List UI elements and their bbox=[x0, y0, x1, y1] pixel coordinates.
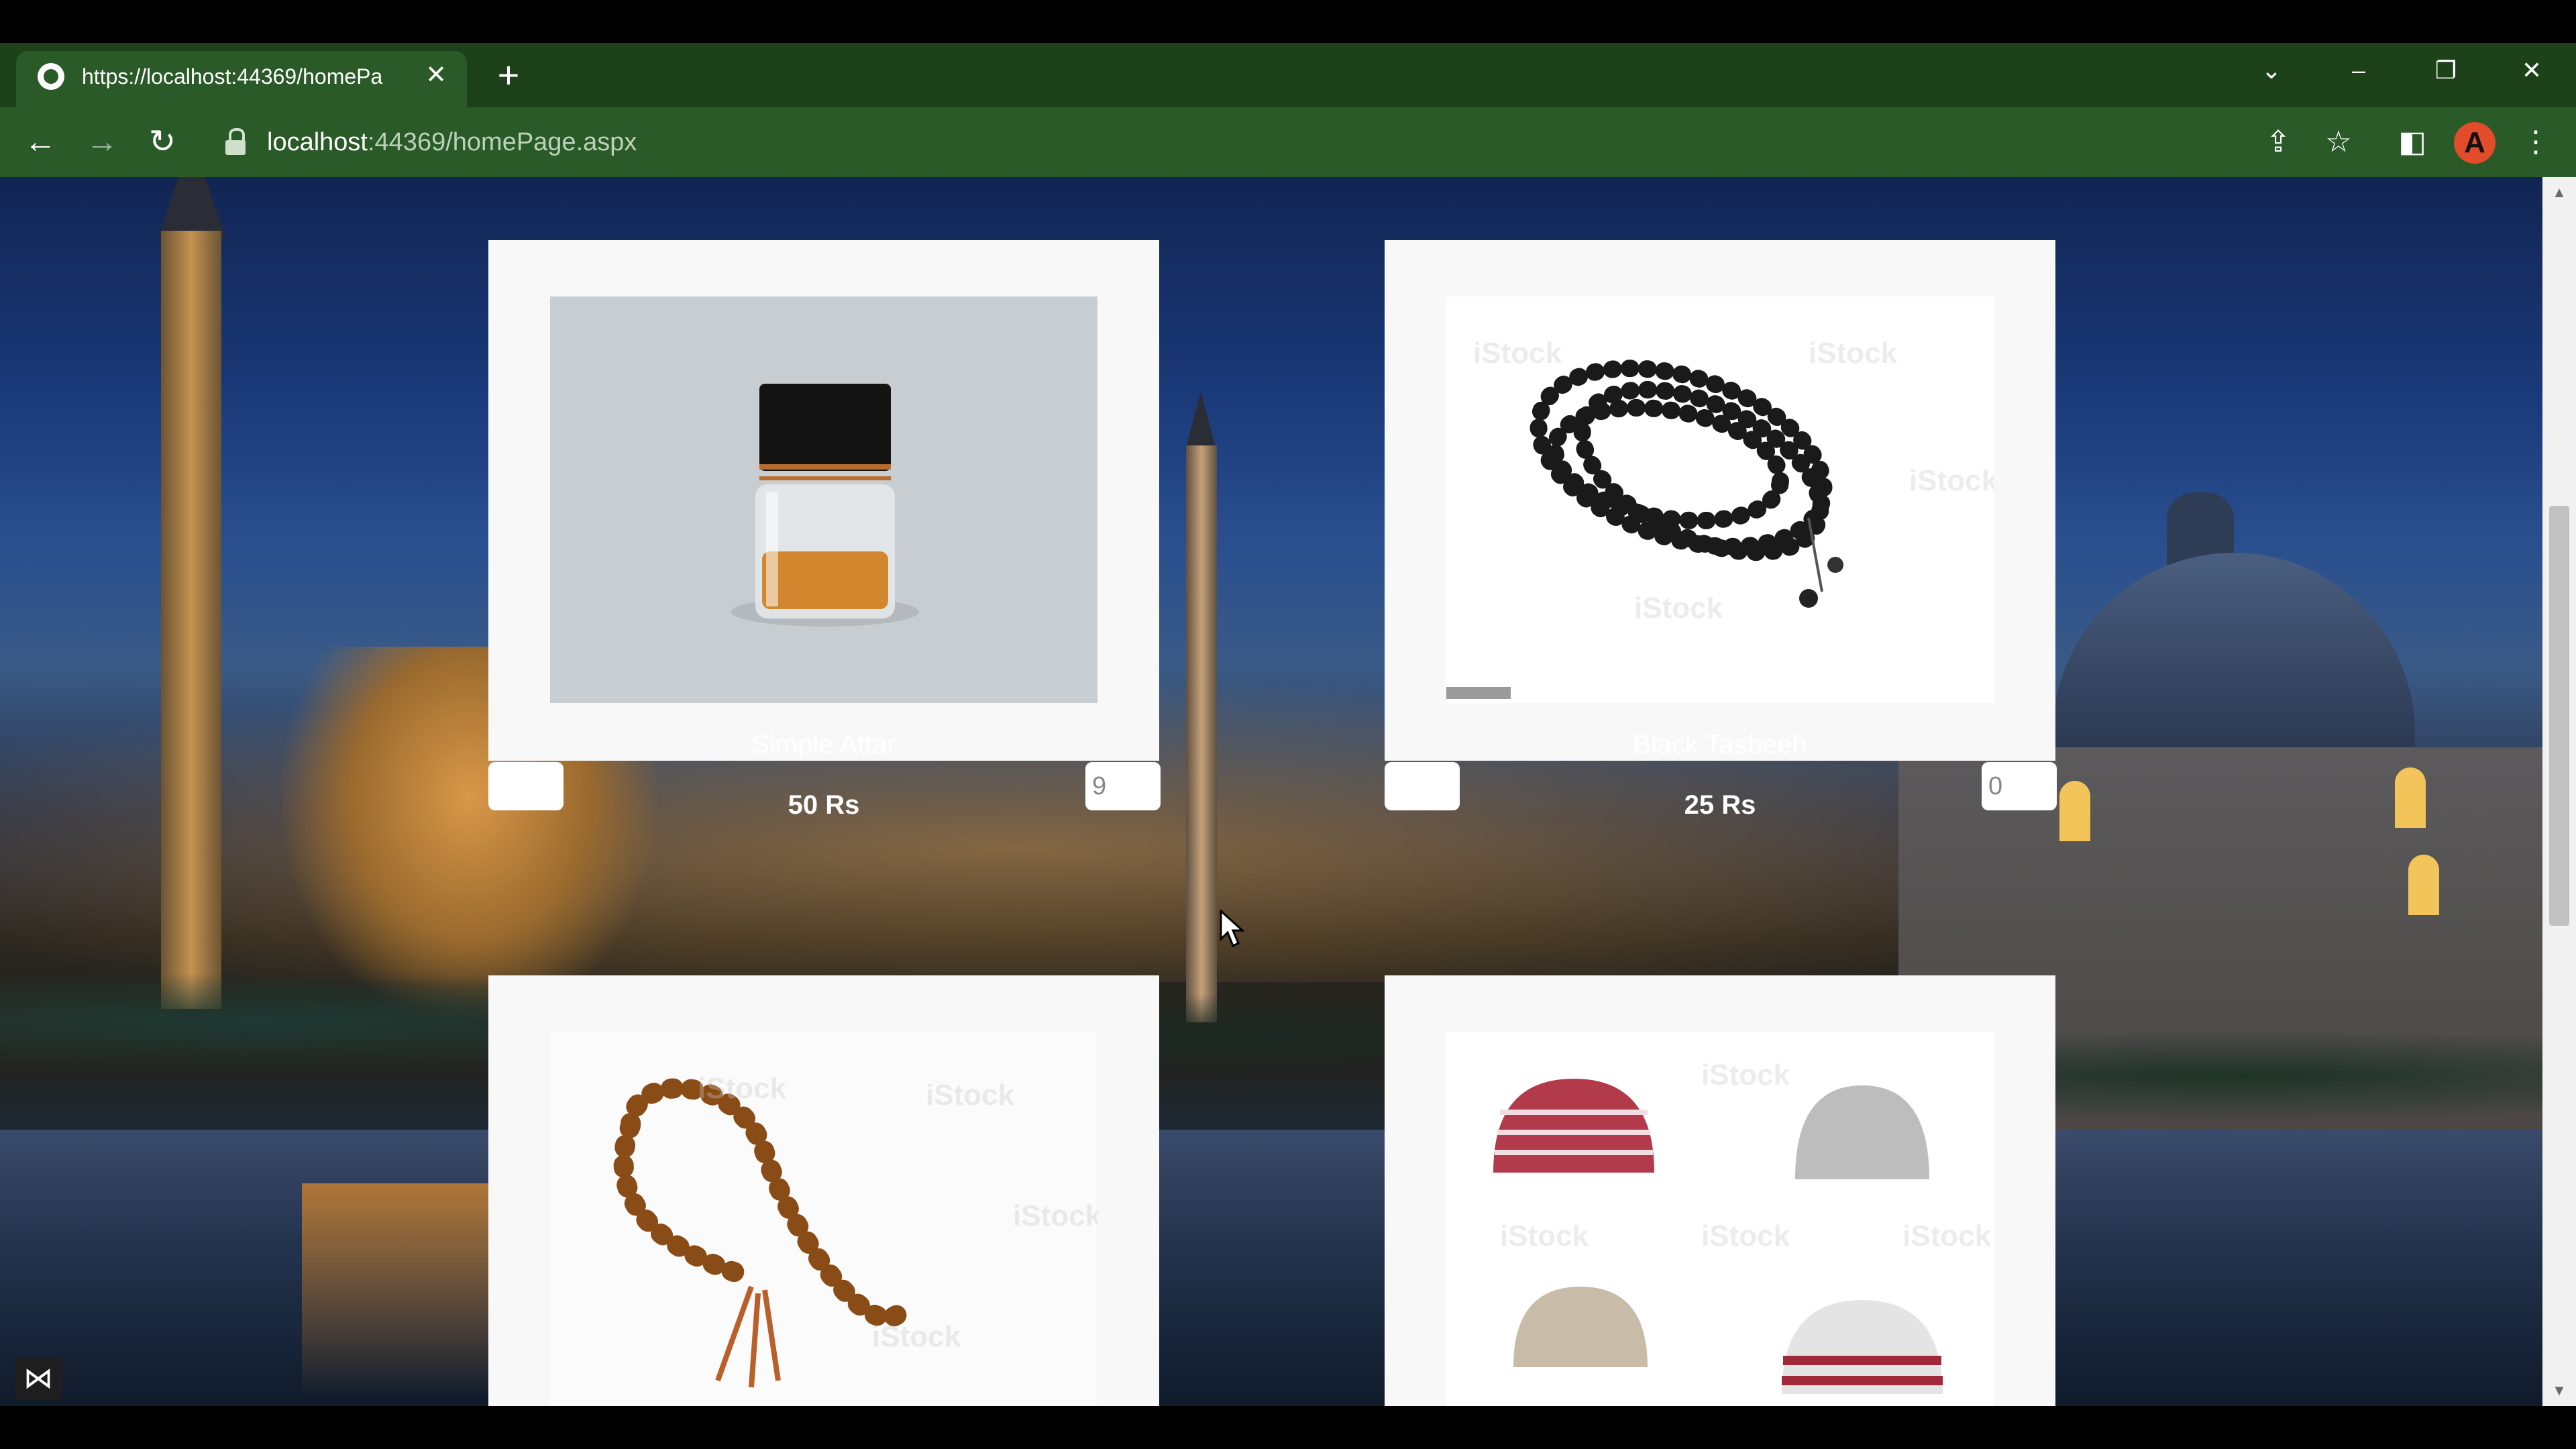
product-image-brown-tasbeeh[interactable]: iStock iStock iStock iStock bbox=[550, 1032, 1097, 1406]
product-card: iStock iStock iStock iStock bbox=[1385, 240, 2055, 761]
restore-icon[interactable]: ❐ bbox=[2426, 54, 2466, 87]
visual-studio-icon[interactable]: ⋈ bbox=[15, 1358, 62, 1399]
forward-icon[interactable]: → bbox=[80, 121, 123, 164]
reload-icon[interactable]: ↻ bbox=[141, 121, 184, 164]
watermark: iStock bbox=[926, 1079, 1015, 1112]
quantity-input[interactable] bbox=[1982, 762, 2057, 810]
watermark: iStock bbox=[1902, 1220, 1992, 1252]
url-path: :44369/homePage.aspx bbox=[367, 128, 637, 156]
tab-search-icon[interactable]: ⌄ bbox=[2251, 54, 2292, 87]
scroll-down-icon[interactable]: ▼ bbox=[2549, 1381, 2569, 1401]
watermark: iStock bbox=[1013, 1199, 1097, 1232]
product-name: Simple Attar bbox=[751, 730, 896, 759]
screen-top-edge bbox=[0, 0, 2576, 43]
add-to-cart-button[interactable] bbox=[488, 762, 564, 810]
screen-bottom-edge bbox=[0, 1406, 2576, 1449]
url-host: localhost bbox=[267, 128, 368, 156]
watermark: iStock bbox=[698, 1072, 787, 1105]
product-price: 50 Rs bbox=[788, 790, 860, 820]
watermark: iStock bbox=[1909, 464, 1994, 497]
product-image-prayer-caps[interactable]: iStock iStock iStock iStock bbox=[1446, 1032, 1994, 1406]
watermark: iStock bbox=[1500, 1220, 1589, 1252]
minimize-icon[interactable]: – bbox=[2339, 54, 2379, 87]
scroll-up-icon[interactable]: ▲ bbox=[2549, 182, 2569, 203]
globe-icon bbox=[38, 63, 64, 90]
add-to-cart-button[interactable] bbox=[1385, 762, 1460, 810]
star-icon[interactable]: ☆ bbox=[2320, 123, 2357, 161]
lock-icon[interactable] bbox=[225, 128, 246, 155]
watermark: iStock bbox=[1634, 592, 1723, 625]
product-card: iStock iStock iStock iStock bbox=[1385, 975, 2055, 1406]
tab-close-icon[interactable]: ✕ bbox=[421, 60, 451, 90]
avatar[interactable]: A bbox=[2454, 122, 2496, 164]
product-card: iStock iStock iStock iStock bbox=[488, 975, 1159, 1406]
attar-bottle-image bbox=[550, 297, 1097, 703]
mouse-cursor-icon bbox=[1220, 910, 1245, 948]
new-tab-button[interactable]: + bbox=[490, 56, 527, 94]
back-icon[interactable]: ← bbox=[19, 121, 62, 164]
quantity-input[interactable] bbox=[1085, 762, 1161, 810]
watermark: iStock bbox=[1701, 1059, 1790, 1091]
sidebar-icon[interactable]: ◧ bbox=[2394, 123, 2431, 161]
close-icon[interactable]: ✕ bbox=[2512, 54, 2552, 87]
tab-title[interactable]: https://localhost:44369/homePa bbox=[82, 62, 409, 91]
product-image-tasbeeh[interactable]: iStock iStock iStock iStock bbox=[1446, 297, 1994, 703]
watermark: iStock bbox=[1809, 337, 1898, 370]
page-viewport: Simple Attar 50 Rs iStock iStock iStock … bbox=[0, 177, 2542, 1406]
scrollbar-thumb[interactable] bbox=[2549, 506, 2569, 926]
watermark: iStock bbox=[872, 1320, 961, 1353]
product-name: Black Tasbeeh bbox=[1633, 730, 1807, 759]
url-text[interactable]: localhost:44369/homePage.aspx bbox=[267, 123, 737, 161]
watermark: iStock bbox=[1701, 1220, 1790, 1252]
product-image-attar[interactable] bbox=[550, 297, 1097, 703]
watermark: iStock bbox=[1473, 337, 1562, 370]
menu-icon[interactable]: ⋮ bbox=[2517, 123, 2555, 161]
product-price: 25 Rs bbox=[1684, 790, 1756, 820]
share-icon[interactable]: ⇪ bbox=[2259, 123, 2297, 161]
product-card bbox=[488, 240, 1159, 761]
